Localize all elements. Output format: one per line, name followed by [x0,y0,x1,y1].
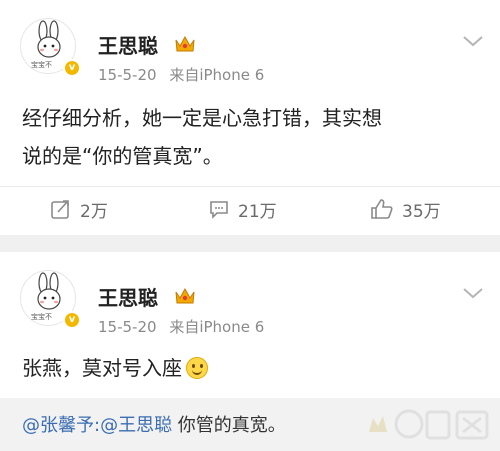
repost-count: 2万 [80,201,108,222]
comment-count: 21万 [238,201,277,222]
comment-button[interactable]: 21万 [208,196,277,222]
like-count: 35万 [402,201,441,222]
username[interactable]: 王思聪 [98,30,158,59]
like-icon [371,199,393,219]
avatar[interactable]: 宝宝不 v [20,270,81,329]
post-timestamp: 15-5-20 来自iPhone 6 [98,316,264,337]
post-content: 经仔细分析，她一定是心急打错，其实想 说的是“你的管真宽”。 [22,99,482,175]
comment-icon [210,201,228,219]
chevron-down-icon[interactable] [462,286,484,300]
crown-badge-icon [175,287,195,304]
repost-button[interactable]: 2万 [50,196,108,222]
comment-preview[interactable]: @张馨予:@王思聪 你管的真宽。 [0,398,500,451]
post-source: 来自iPhone 6 [169,66,265,84]
post-content-line: 经仔细分析，她一定是心急打错，其实想 [22,106,382,130]
avatar-caption: 宝宝不 [31,313,52,321]
crown-badge-icon [175,35,195,52]
chevron-down-icon[interactable] [462,34,484,48]
watermark-logo-icon [369,409,489,440]
post-timestamp: 15-5-20 来自iPhone 6 [98,64,264,85]
post-content-text: 张燕，莫对号入座 [22,356,182,380]
divider [0,186,500,187]
comment-user-link[interactable]: @张馨予 [22,415,94,436]
smiley-emoji-icon [186,356,208,379]
like-button[interactable]: 35万 [370,196,441,222]
reply-mention-link[interactable]: :@王思聪 [94,415,172,436]
username[interactable]: 王思聪 [98,282,158,311]
avatar[interactable]: 宝宝不 v [20,18,81,77]
post-date: 15-5-20 [98,66,157,84]
verified-badge-icon: v [63,59,81,77]
weibo-post-card: 宝宝不 v 王思聪 15-5-20 来自iPhone 6 经仔细分析，她一定是心… [0,0,500,235]
post-content: 张燕，莫对号入座 [22,349,482,387]
verified-badge-icon: v [63,311,81,329]
post-source: 来自iPhone 6 [169,318,265,336]
avatar-caption: 宝宝不 [31,61,52,69]
post-content-line: 说的是“你的管真宽”。 [22,144,223,168]
post-date: 15-5-20 [98,318,157,336]
comment-text: @张馨予:@王思聪 你管的真宽。 [22,411,286,437]
repost-icon [51,200,69,219]
comment-body: 你管的真宽。 [172,415,286,436]
